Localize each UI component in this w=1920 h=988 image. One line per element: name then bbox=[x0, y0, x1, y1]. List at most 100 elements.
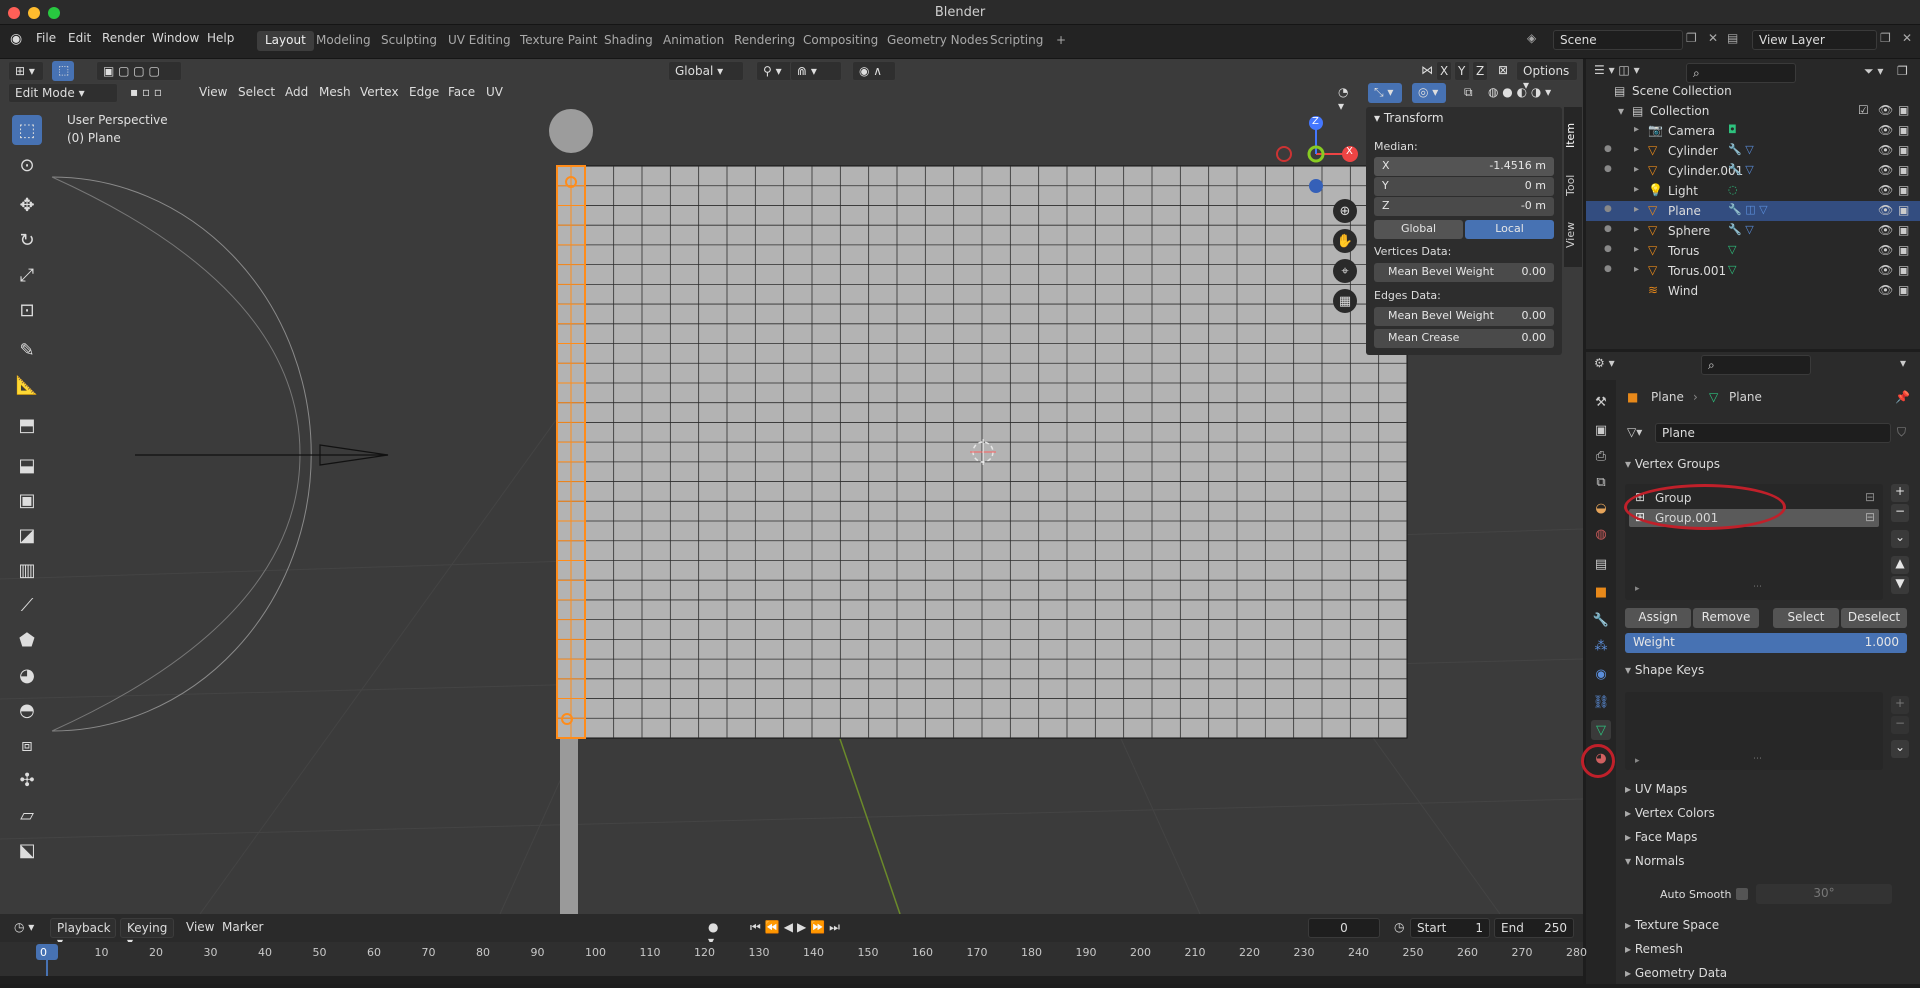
shape-key-menu-icon[interactable]: ⌄ bbox=[1891, 740, 1909, 758]
list-expand-icon[interactable]: ▸ bbox=[1635, 584, 1640, 594]
modifier-data-icons[interactable]: 🔧 ▽ bbox=[1728, 143, 1754, 156]
camera-render-icon[interactable]: ▣ bbox=[1898, 263, 1909, 277]
vertex-colors-header[interactable]: ▸ Vertex Colors bbox=[1625, 806, 1915, 828]
scene-icon[interactable]: ◈ bbox=[1527, 31, 1536, 45]
remove-scene-icon[interactable]: ✕ bbox=[1708, 31, 1718, 45]
select-tool-icon[interactable]: ⬚ bbox=[12, 115, 42, 145]
camera-render-icon[interactable]: ▣ bbox=[1898, 143, 1909, 157]
cursor-tool-icon[interactable]: ⊙ bbox=[12, 150, 42, 180]
tab-layout[interactable]: Layout bbox=[257, 31, 314, 51]
outliner-row-sphere[interactable]: ● ▸ ▽ Sphere 🔧 ▽ 👁 ▣ bbox=[1586, 221, 1920, 241]
expand-arrow-icon[interactable]: ▸ bbox=[1634, 164, 1639, 175]
timeline-scrollbar[interactable] bbox=[0, 976, 1583, 984]
tab-scripting[interactable]: Scripting bbox=[982, 31, 1051, 51]
menu-add[interactable]: Add bbox=[279, 83, 314, 103]
assign-button[interactable]: Assign bbox=[1625, 608, 1691, 628]
outliner-type-icon[interactable]: ☰ ▾ ◫ ▾ bbox=[1594, 63, 1654, 83]
menu-edge[interactable]: Edge bbox=[403, 83, 445, 103]
new-scene-icon[interactable]: ❐ bbox=[1686, 31, 1697, 45]
record-icon[interactable]: ● ▾ bbox=[702, 918, 730, 948]
median-y-field[interactable]: Y 0 m bbox=[1374, 177, 1554, 196]
tab-compositing[interactable]: Compositing bbox=[795, 31, 886, 51]
modifier-data-icons[interactable]: ▽ bbox=[1728, 243, 1736, 256]
tab-animation[interactable]: Animation bbox=[655, 31, 732, 51]
props-options-icon[interactable]: ▾ bbox=[1900, 356, 1906, 370]
transform-orientation-dropdown[interactable]: Global ▾ bbox=[668, 61, 744, 81]
vertex-group-menu-icon[interactable]: ⌄ bbox=[1891, 530, 1909, 548]
remove-shape-key-icon[interactable]: − bbox=[1891, 716, 1909, 734]
menu-view[interactable]: View bbox=[193, 83, 233, 103]
modifier-data-icons[interactable]: 🔧 ▽ bbox=[1728, 223, 1754, 236]
poly-build-tool-icon[interactable]: ⬟ bbox=[12, 625, 42, 655]
measure-tool-icon[interactable]: 📐 bbox=[12, 370, 42, 400]
camera-render-icon[interactable]: ▣ bbox=[1898, 163, 1909, 177]
menu-render[interactable]: Render bbox=[102, 31, 145, 45]
object-props-icon[interactable]: ■ bbox=[1591, 582, 1611, 602]
menu-face[interactable]: Face bbox=[442, 83, 481, 103]
shrink-fatten-tool-icon[interactable]: ✣ bbox=[12, 765, 42, 795]
outliner-row-cylinder-001[interactable]: ● ▸ ▽ Cylinder.001 🔧 ▽ 👁 ▣ bbox=[1586, 161, 1920, 181]
outliner-row-light[interactable]: ▸ 💡 Light ◌ 👁 ▣ bbox=[1586, 181, 1920, 201]
tab-modeling[interactable]: Modeling bbox=[308, 31, 379, 51]
blender-logo-icon[interactable]: ◉ bbox=[10, 31, 22, 47]
move-tool-icon[interactable]: ✥ bbox=[12, 190, 42, 220]
collection-checkbox[interactable]: ☑ bbox=[1858, 103, 1869, 117]
playback-menu[interactable]: Playback ▾ bbox=[50, 918, 116, 949]
view-layer-icon[interactable]: ▤ bbox=[1727, 31, 1738, 45]
new-collection-icon[interactable]: ❐ bbox=[1897, 64, 1908, 78]
options-dropdown[interactable]: Options ▾ bbox=[1516, 61, 1578, 92]
gizmo-toggle-icon[interactable]: ⤡ ▾ bbox=[1368, 83, 1402, 103]
weight-slider[interactable]: Weight 1.000 bbox=[1625, 633, 1907, 653]
outliner-row-cylinder[interactable]: ● ▸ ▽ Cylinder 🔧 ▽ 👁 ▣ bbox=[1586, 141, 1920, 161]
select-button[interactable]: Select bbox=[1773, 608, 1839, 628]
zoom-icon[interactable]: ⊕ bbox=[1333, 199, 1357, 223]
start-frame-field[interactable]: Start 1 bbox=[1410, 918, 1490, 938]
xray-icon[interactable]: ⧉ bbox=[1458, 83, 1478, 103]
outliner-row-scene-collection[interactable]: ▤ Scene Collection bbox=[1586, 81, 1920, 101]
deselect-button[interactable]: Deselect bbox=[1841, 608, 1907, 628]
menu-help[interactable]: Help bbox=[207, 31, 234, 45]
vertex-mean-bevel-field[interactable]: Mean Bevel Weight 0.00 bbox=[1374, 263, 1554, 282]
remove-button[interactable]: Remove bbox=[1693, 608, 1759, 628]
tab-sculpting[interactable]: Sculpting bbox=[373, 31, 445, 51]
modifier-data-icons[interactable]: ▽ bbox=[1728, 263, 1736, 276]
edit-mode-dot-icon[interactable]: ● bbox=[1604, 264, 1612, 274]
menu-file[interactable]: File bbox=[36, 31, 56, 45]
outliner-row-collection[interactable]: ▾ ▤ Collection ☑ 👁 ▣ bbox=[1586, 101, 1920, 121]
tab-geometry-nodes[interactable]: Geometry Nodes bbox=[879, 31, 996, 51]
mirror-icon[interactable]: ⋈ bbox=[1415, 61, 1433, 81]
world-props-icon[interactable]: ◍ bbox=[1591, 524, 1611, 544]
camera-render-icon[interactable]: ▣ bbox=[1898, 243, 1909, 257]
auto-smooth-angle-field[interactable]: 30° bbox=[1756, 884, 1892, 904]
transform-panel-header[interactable]: ▾ Transform bbox=[1374, 111, 1444, 125]
camera-render-icon[interactable]: ▣ bbox=[1898, 123, 1909, 137]
outliner-row-torus-001[interactable]: ● ▸ ▽ Torus.001 ▽ 👁 ▣ bbox=[1586, 261, 1920, 281]
eye-icon[interactable]: 👁 bbox=[1878, 283, 1893, 297]
modifier-props-icon[interactable]: 🔧 bbox=[1591, 610, 1611, 630]
geometry-data-header[interactable]: ▸ Geometry Data bbox=[1625, 966, 1915, 988]
texture-space-header[interactable]: ▸ Texture Space bbox=[1625, 918, 1915, 940]
mesh-data-props-icon[interactable]: ▽ bbox=[1591, 720, 1611, 740]
ortho-grid-icon[interactable]: ▦ bbox=[1333, 289, 1357, 313]
rotate-tool-icon[interactable]: ↻ bbox=[12, 225, 42, 255]
menu-window[interactable]: Window bbox=[152, 31, 199, 45]
expand-arrow-icon[interactable]: ▾ bbox=[1618, 104, 1624, 118]
annotate-tool-icon[interactable]: ✎ bbox=[12, 335, 42, 365]
render-props-icon[interactable]: ▣ bbox=[1591, 420, 1611, 440]
menu-edit[interactable]: Edit bbox=[68, 31, 91, 45]
tab-item[interactable]: Item bbox=[1564, 115, 1582, 155]
edit-mode-dot-icon[interactable]: ● bbox=[1604, 204, 1612, 214]
bevel-tool-icon[interactable]: ◪ bbox=[12, 520, 42, 550]
shape-keys-header[interactable]: ▾ Shape Keys bbox=[1625, 663, 1915, 685]
knife-tool-icon[interactable]: ⟋ bbox=[12, 590, 42, 620]
transform-tool-icon[interactable]: ⊡ bbox=[12, 295, 42, 325]
expand-arrow-icon[interactable]: ▸ bbox=[1634, 244, 1639, 255]
current-frame-field[interactable]: 0 bbox=[1308, 918, 1380, 938]
add-shape-key-icon[interactable]: + bbox=[1891, 696, 1909, 714]
lock-icon[interactable]: ⊟ bbox=[1865, 510, 1875, 524]
output-props-icon[interactable]: ⎙ bbox=[1591, 446, 1611, 466]
outliner-row-camera[interactable]: ▸ 📷 Camera ◘ 👁 ▣ bbox=[1586, 121, 1920, 141]
properties-search-input[interactable]: ⌕ bbox=[1701, 355, 1811, 375]
edge-mean-bevel-field[interactable]: Mean Bevel Weight 0.00 bbox=[1374, 307, 1554, 326]
expand-arrow-icon[interactable]: ▸ bbox=[1634, 224, 1639, 235]
